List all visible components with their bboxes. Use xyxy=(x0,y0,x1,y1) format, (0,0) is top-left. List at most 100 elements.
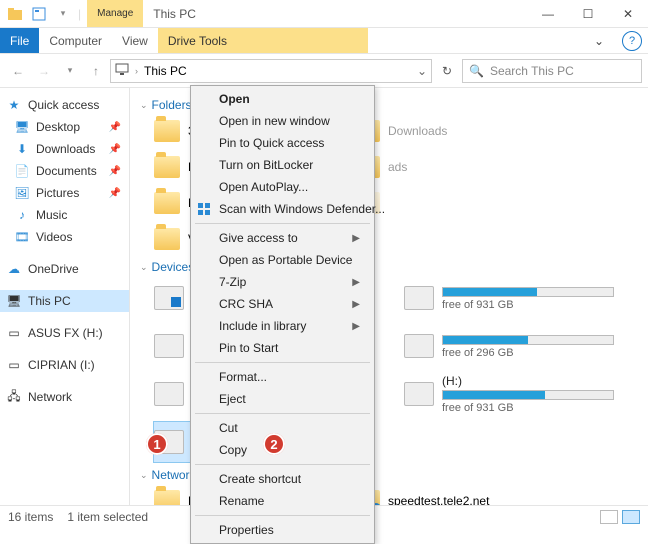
drive-item[interactable]: free of 931 GB xyxy=(404,278,614,318)
nav-row: ← → ▾ ↑ › This PC ⌄ ↻ 🔍 Search This PC xyxy=(0,54,648,88)
contextual-tab-label: Manage xyxy=(97,8,133,19)
pin-icon: 📌 xyxy=(109,144,121,155)
annotation-1: 1 xyxy=(146,433,168,455)
folder-icon xyxy=(154,156,180,178)
help-icon[interactable]: ? xyxy=(622,31,642,51)
sidebar-item-documents[interactable]: 📄Documents📌 xyxy=(0,160,129,182)
sidebar-quick-access[interactable]: ★Quick access xyxy=(0,94,129,116)
folder-icon xyxy=(154,490,180,505)
quick-access-toolbar: ▾ | xyxy=(0,0,87,27)
ribbon-expand-icon[interactable]: ⌄ xyxy=(582,28,616,53)
qat-dropdown-icon[interactable]: ▾ xyxy=(54,5,72,23)
drive-icon xyxy=(404,286,434,310)
drive-free-text: free of 931 GB xyxy=(442,402,614,414)
up-button[interactable]: ↑ xyxy=(84,59,108,83)
drive-free-text: free of 296 GB xyxy=(442,347,614,359)
ctx-open-autoplay-[interactable]: Open AutoPlay... xyxy=(191,176,374,198)
tab-drive-tools[interactable]: Drive Tools xyxy=(158,28,368,53)
ctx-give-access-to[interactable]: Give access to▶ xyxy=(191,227,374,249)
ctx-rename[interactable]: Rename xyxy=(191,490,374,512)
ctx-eject[interactable]: Eject xyxy=(191,388,374,410)
ctx-pin-to-start[interactable]: Pin to Start xyxy=(191,337,374,359)
drive-icon xyxy=(154,382,184,406)
pin-icon: 📌 xyxy=(109,188,121,199)
ctx-include-in-library[interactable]: Include in library▶ xyxy=(191,315,374,337)
pictures-icon: 🖼 xyxy=(14,185,30,201)
ctx-open-as-portable-device[interactable]: Open as Portable Device xyxy=(191,249,374,271)
view-details-button[interactable] xyxy=(600,510,618,524)
tab-computer[interactable]: Computer xyxy=(39,28,112,53)
ctx-open-in-new-window[interactable]: Open in new window xyxy=(191,110,374,132)
ctx-format-[interactable]: Format... xyxy=(191,366,374,388)
recent-dropdown[interactable]: ▾ xyxy=(58,59,82,83)
ctx-create-shortcut[interactable]: Create shortcut xyxy=(191,468,374,490)
star-icon: ★ xyxy=(6,97,22,113)
sidebar-item-downloads[interactable]: ⬇Downloads📌 xyxy=(0,138,129,160)
ctx-scan-with-windows-defender-[interactable]: Scan with Windows Defender... xyxy=(191,198,374,220)
sidebar-network[interactable]: 🖧Network xyxy=(0,386,129,408)
tab-file[interactable]: File xyxy=(0,28,39,53)
music-icon: ♪ xyxy=(14,207,30,223)
sidebar-item-desktop[interactable]: 🖥Desktop📌 xyxy=(0,116,129,138)
drive-usage-bar xyxy=(442,335,614,345)
sidebar-item-videos[interactable]: 🎞Videos xyxy=(0,226,129,248)
forward-button[interactable]: → xyxy=(32,59,56,83)
status-item-count: 16 items xyxy=(8,510,53,524)
maximize-button[interactable]: ☐ xyxy=(568,0,608,27)
desktop-icon: 🖥 xyxy=(14,119,30,135)
cloud-icon: ☁ xyxy=(6,261,22,277)
documents-icon: 📄 xyxy=(14,163,30,179)
drive-usage-bar xyxy=(442,390,614,400)
window-controls: — ☐ ✕ xyxy=(528,0,648,27)
close-button[interactable]: ✕ xyxy=(608,0,648,27)
sidebar-item-pictures[interactable]: 🖼Pictures📌 xyxy=(0,182,129,204)
window-title: This PC xyxy=(143,0,528,27)
pin-icon: 📌 xyxy=(109,122,121,133)
ctx-open[interactable]: Open xyxy=(191,88,374,110)
title-bar: ▾ | Manage This PC — ☐ ✕ xyxy=(0,0,648,28)
ctx--zip[interactable]: 7-Zip▶ xyxy=(191,271,374,293)
minimize-button[interactable]: — xyxy=(528,0,568,27)
search-placeholder: Search This PC xyxy=(490,64,574,78)
folder-partial[interactable]: ads xyxy=(354,152,514,182)
pc-icon: 🖥 xyxy=(6,293,22,309)
refresh-button[interactable]: ↻ xyxy=(434,59,460,83)
address-path: This PC xyxy=(144,64,187,78)
folder-downloads[interactable]: Downloads xyxy=(354,116,514,146)
drive-item[interactable]: (H:) free of 931 GB xyxy=(404,374,614,414)
address-dropdown-icon[interactable]: ⌄ xyxy=(417,64,427,78)
ctx-cut[interactable]: Cut xyxy=(191,417,374,439)
explorer-icon xyxy=(6,5,24,23)
ctx-pin-to-quick-access[interactable]: Pin to Quick access xyxy=(191,132,374,154)
sidebar-asus-drive[interactable]: ▭ASUS FX (H:) xyxy=(0,322,129,344)
ctx-turn-on-bitlocker[interactable]: Turn on BitLocker xyxy=(191,154,374,176)
drive-icon xyxy=(154,286,184,310)
chevron-down-icon: ⌄ xyxy=(140,100,148,111)
netloc-speedtest[interactable]: speedtest.tele2.net xyxy=(354,486,514,505)
contextual-tab-drive[interactable]: Manage xyxy=(87,0,143,27)
drive-icon xyxy=(404,382,434,406)
chevron-down-icon: ⌄ xyxy=(140,262,148,273)
drive-free-text: free of 931 GB xyxy=(442,299,614,311)
submenu-arrow-icon: ▶ xyxy=(352,321,360,332)
properties-icon[interactable] xyxy=(30,5,48,23)
back-button[interactable]: ← xyxy=(6,59,30,83)
sidebar-onedrive[interactable]: ☁OneDrive xyxy=(0,258,129,280)
address-bar[interactable]: › This PC ⌄ xyxy=(110,59,432,83)
sidebar-item-music[interactable]: ♪Music xyxy=(0,204,129,226)
search-box[interactable]: 🔍 Search This PC xyxy=(462,59,642,83)
sidebar-this-pc[interactable]: 🖥This PC xyxy=(0,290,129,312)
drive-item[interactable]: free of 296 GB xyxy=(404,326,614,366)
sidebar-ciprian-drive[interactable]: ▭CIPRIAN (I:) xyxy=(0,354,129,376)
ctx-properties[interactable]: Properties xyxy=(191,519,374,541)
tab-view[interactable]: View xyxy=(112,28,158,53)
pc-icon xyxy=(115,63,129,78)
folder-icon xyxy=(154,228,180,250)
submenu-arrow-icon: ▶ xyxy=(352,277,360,288)
view-tiles-button[interactable] xyxy=(622,510,640,524)
drive-icon xyxy=(154,334,184,358)
chevron-down-icon: ⌄ xyxy=(140,470,148,481)
ctx-crc-sha[interactable]: CRC SHA▶ xyxy=(191,293,374,315)
drive-usage-bar xyxy=(442,287,614,297)
network-icon: 🖧 xyxy=(6,389,22,405)
